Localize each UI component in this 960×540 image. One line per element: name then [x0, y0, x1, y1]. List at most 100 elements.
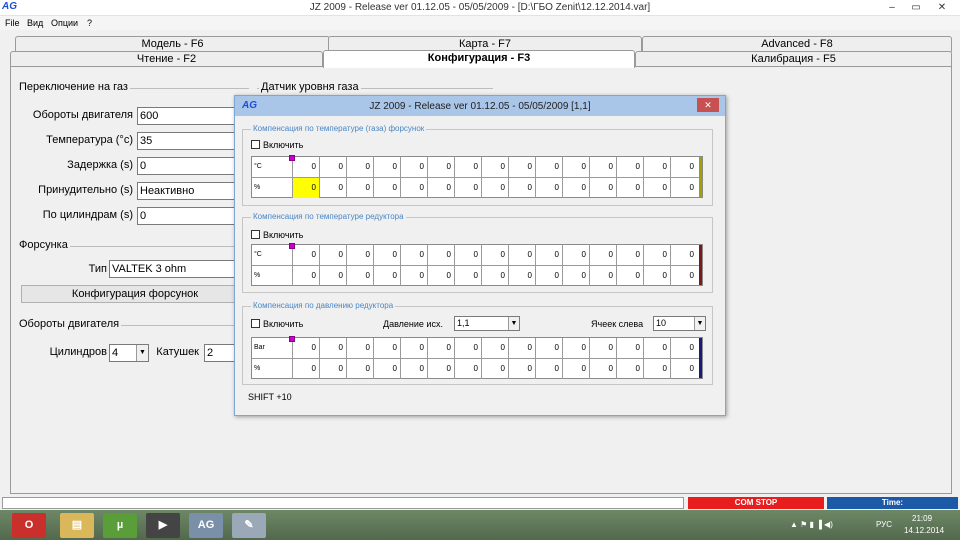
grid-cell[interactable]: 0	[589, 178, 616, 198]
grid-cell[interactable]: 0	[481, 359, 508, 379]
checkbox-icon[interactable]	[251, 319, 260, 328]
grid-cell[interactable]: 0	[346, 157, 373, 177]
torrent-icon[interactable]: µ	[103, 513, 137, 538]
injector-config-button[interactable]: Конфигурация форсунок	[21, 285, 249, 303]
grid-cell[interactable]: 0	[670, 245, 697, 265]
grid-cell[interactable]: 0	[427, 245, 454, 265]
menu-help[interactable]: ?	[87, 18, 92, 28]
reducer-temp-enable[interactable]: Включить	[251, 230, 303, 240]
grid-cell[interactable]: 0	[400, 359, 427, 379]
grid-cell[interactable]: 0	[508, 338, 535, 358]
grid-cell[interactable]: 0	[373, 266, 400, 286]
grid-cell[interactable]: 0	[589, 338, 616, 358]
injector-type-field[interactable]: VALTEK 3 ohm	[109, 260, 249, 278]
menu-file[interactable]: File	[5, 18, 20, 28]
grid-cell[interactable]: 0	[346, 338, 373, 358]
grid-cell[interactable]: 0	[616, 359, 643, 379]
tab-read[interactable]: Чтение - F2	[10, 51, 323, 67]
grid-cell[interactable]: 0	[292, 266, 319, 286]
grid-cell[interactable]: 0	[292, 178, 319, 198]
grid-cell[interactable]: 0	[292, 157, 319, 177]
grid-cell[interactable]: 0	[643, 245, 670, 265]
folder-icon[interactable]: ▤	[60, 513, 94, 538]
grid-cell[interactable]: 0	[373, 359, 400, 379]
grid-cell[interactable]: 0	[454, 157, 481, 177]
grid-cell[interactable]: 0	[292, 338, 319, 358]
grid-cell[interactable]: 0	[427, 338, 454, 358]
grid-cell[interactable]: 0	[616, 245, 643, 265]
checkbox-icon[interactable]	[251, 230, 260, 239]
rpm-field[interactable]: 600	[137, 107, 249, 125]
pressure-combo[interactable]: 1,1 ▼	[454, 316, 520, 331]
grid-cell[interactable]: 0	[562, 359, 589, 379]
grid-cell[interactable]: 0	[643, 178, 670, 198]
grid-cell[interactable]: 0	[562, 178, 589, 198]
grid-cell[interactable]: 0	[670, 266, 697, 286]
grid-cell[interactable]: 0	[562, 245, 589, 265]
gas-temp-enable[interactable]: Включить	[251, 140, 303, 150]
grid-cell[interactable]: 0	[508, 157, 535, 177]
ag-app-icon[interactable]: AG	[189, 513, 223, 538]
grid-cell[interactable]: 0	[508, 178, 535, 198]
grid-cell[interactable]: 0	[616, 178, 643, 198]
tab-advanced[interactable]: Advanced - F8	[642, 36, 952, 52]
grid-cell[interactable]: 0	[481, 338, 508, 358]
grid-cell[interactable]: 0	[292, 245, 319, 265]
cells-combo[interactable]: 10 ▼	[653, 316, 706, 331]
dialog-close-button[interactable]: ✕	[697, 98, 719, 112]
grid-cell[interactable]: 0	[481, 266, 508, 286]
grid-cell[interactable]: 0	[319, 245, 346, 265]
grid-cell[interactable]: 0	[589, 245, 616, 265]
grid-cell[interactable]: 0	[427, 178, 454, 198]
temperature-field[interactable]: 35	[137, 132, 249, 150]
restore-button[interactable]: ▭	[904, 0, 928, 16]
grid-cell[interactable]: 0	[508, 359, 535, 379]
grid-cell[interactable]: 0	[535, 178, 562, 198]
grid-cell[interactable]: 0	[481, 157, 508, 177]
grid-cell[interactable]: 0	[400, 338, 427, 358]
grid-cell[interactable]: 0	[346, 245, 373, 265]
tab-configuration[interactable]: Конфигурация - F3	[323, 50, 635, 68]
grid-cell[interactable]: 0	[319, 178, 346, 198]
grid-cell[interactable]: 0	[346, 359, 373, 379]
grid-cell[interactable]: 0	[643, 157, 670, 177]
reducer-pressure-enable[interactable]: Включить	[251, 319, 303, 329]
grid-cell[interactable]: 0	[400, 266, 427, 286]
grid-cell[interactable]: 0	[535, 338, 562, 358]
grid-cell[interactable]: 0	[319, 157, 346, 177]
grid-cell[interactable]: 0	[400, 178, 427, 198]
grid-cell[interactable]: 0	[670, 178, 697, 198]
checkbox-icon[interactable]	[251, 140, 260, 149]
grid-cell[interactable]: 0	[616, 266, 643, 286]
grid-cell[interactable]: 0	[454, 245, 481, 265]
minimize-button[interactable]: –	[880, 0, 904, 16]
grid-cell[interactable]: 0	[454, 359, 481, 379]
grid-cell[interactable]: 0	[292, 359, 319, 379]
grid-cell[interactable]: 0	[427, 359, 454, 379]
chevron-down-icon[interactable]: ▼	[508, 317, 519, 330]
grid-cell[interactable]: 0	[373, 178, 400, 198]
grid-cell[interactable]: 0	[535, 157, 562, 177]
grid-cell[interactable]: 0	[670, 338, 697, 358]
close-window-button[interactable]: ✕	[930, 0, 954, 16]
grid-cell[interactable]: 0	[319, 266, 346, 286]
delay-field[interactable]: 0	[137, 157, 249, 175]
chevron-down-icon[interactable]: ▼	[694, 317, 705, 330]
tab-calibration[interactable]: Калибрация - F5	[635, 51, 952, 67]
grid-cell[interactable]: 0	[373, 338, 400, 358]
grid-cell[interactable]: 0	[643, 359, 670, 379]
grid-cell[interactable]: 0	[508, 266, 535, 286]
grid-cell[interactable]: 0	[616, 338, 643, 358]
grid-cell[interactable]: 0	[481, 178, 508, 198]
grid-cell[interactable]: 0	[670, 359, 697, 379]
grid-cell[interactable]: 0	[319, 338, 346, 358]
grid-cell[interactable]: 0	[562, 157, 589, 177]
grid-cell[interactable]: 0	[400, 245, 427, 265]
opera-icon[interactable]: O	[12, 513, 46, 538]
grid-cell[interactable]: 0	[373, 157, 400, 177]
grid-cell[interactable]: 0	[346, 266, 373, 286]
grid-cell[interactable]: 0	[535, 245, 562, 265]
grid-cell[interactable]: 0	[643, 266, 670, 286]
grid-cell[interactable]: 0	[589, 157, 616, 177]
grid-cell[interactable]: 0	[454, 178, 481, 198]
